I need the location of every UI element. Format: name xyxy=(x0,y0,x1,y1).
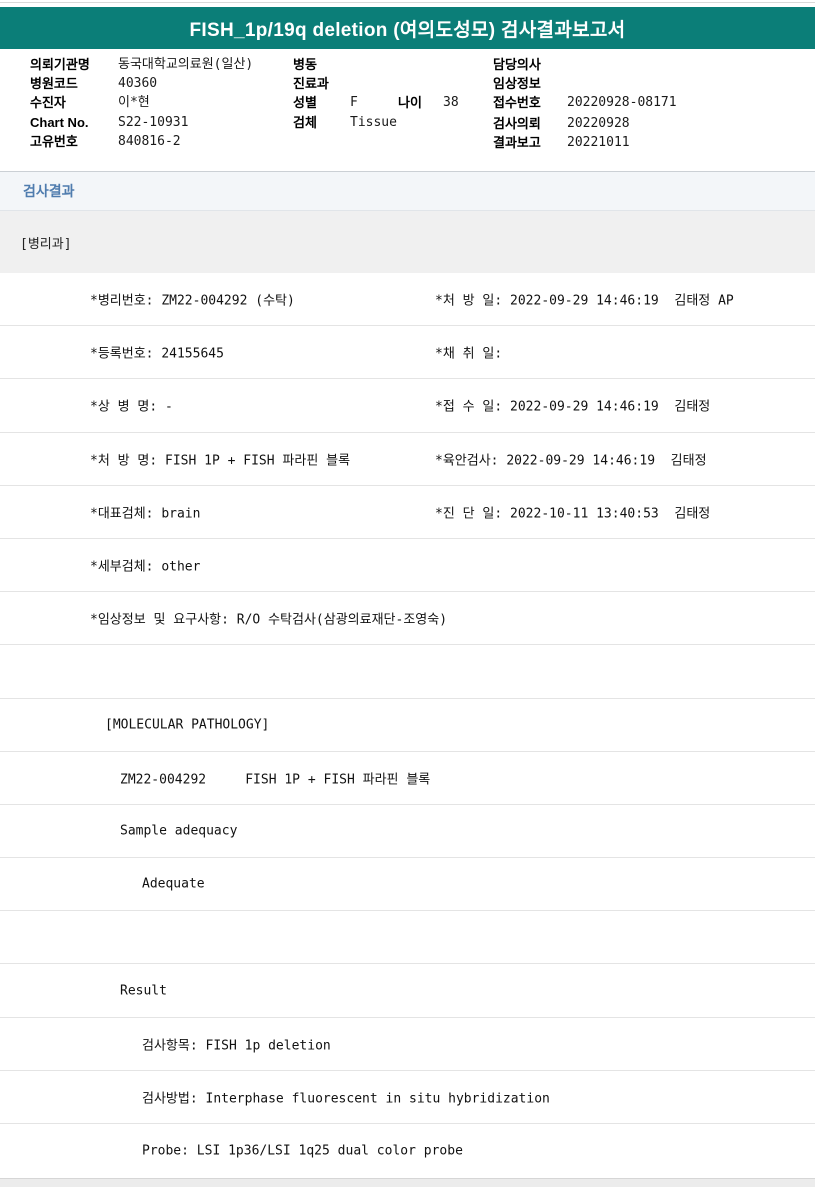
table-row-empty xyxy=(0,645,815,699)
label-receipt-no: 접수번호 xyxy=(493,95,541,110)
report-cell-left: *상 병 명: - xyxy=(90,399,173,415)
report-cell-left: *병리번호: ZM22-004292 (수탁) xyxy=(90,293,295,309)
label-ward: 병동 xyxy=(293,57,317,72)
table-row: *세부검체: other xyxy=(0,538,815,593)
report-cell-left: 검사방법: Interphase fluorescent in situ hyb… xyxy=(142,1091,550,1107)
report-cell-right: *채 취 일: xyxy=(435,346,503,362)
report-cell-left: [MOLECULAR PATHOLOGY] xyxy=(105,717,270,733)
table-row: Result xyxy=(0,964,815,1018)
report-page: FISH_1p/19q deletion (여의도성모) 검사결과보고서 의뢰기… xyxy=(0,0,815,1187)
table-row: *임상정보 및 요구사항: R/O 수탁검사(삼광의료재단-조영숙) xyxy=(0,592,815,646)
department-band: [병리과] xyxy=(0,211,815,273)
report-cell-left: *등록번호: 24155645 xyxy=(90,346,224,362)
section-header: 검사결과 xyxy=(0,171,815,211)
value-report-date: 20221011 xyxy=(567,135,630,150)
label-sex: 성별 xyxy=(293,95,317,110)
table-row: *병리번호: ZM22-004292 (수탁) *처 방 일: 2022-09-… xyxy=(0,273,815,327)
report-cell-left: Sample adequacy xyxy=(120,823,238,839)
report-cell-left: *임상정보 및 요구사항: R/O 수탁검사(삼광의료재단-조영숙) xyxy=(90,612,448,628)
table-row: 검사항목: FISH 1p deletion xyxy=(0,1017,815,1071)
report-cell-left: *대표검체: brain xyxy=(90,506,201,522)
table-row: *상 병 명: - *접 수 일: 2022-09-29 14:46:19 김태… xyxy=(0,379,815,433)
value-request-date: 20220928 xyxy=(567,116,630,131)
value-sex: F xyxy=(350,95,358,110)
report-cell-left: Adequate xyxy=(142,876,205,892)
value-hospital-name: 동국대학교의료원(일산) xyxy=(118,57,254,72)
table-row: 검사방법: Interphase fluorescent in situ hyb… xyxy=(0,1070,815,1124)
label-department: 진료과 xyxy=(293,76,329,91)
label-age: 나이 xyxy=(398,95,422,110)
section-title: 검사결과 xyxy=(23,183,75,199)
label-clinical-info: 임상정보 xyxy=(493,76,541,91)
table-row: ZM22-004292 FISH 1P + FISH 파라핀 블록 xyxy=(0,751,815,805)
table-row: *처 방 명: FISH 1P + FISH 파라핀 블록 *육안검사: 202… xyxy=(0,432,815,486)
label-unique-no: 고유번호 xyxy=(30,134,78,149)
label-hospital-code: 병원코드 xyxy=(30,76,78,91)
patient-info-header: 의뢰기관명 동국대학교의료원(일산) 병원코드 40360 수진자 이*현 Ch… xyxy=(0,0,815,171)
report-cell-right: *육안검사: 2022-09-29 14:46:19 김태정 xyxy=(435,453,707,469)
table-row: *대표검체: brain *진 단 일: 2022-10-11 13:40:53… xyxy=(0,485,815,539)
report-cell-left: Probe: LSI 1p36/LSI 1q25 dual color prob… xyxy=(142,1143,463,1159)
label-report-date: 결과보고 xyxy=(493,135,541,150)
report-cell-left: Result xyxy=(120,983,167,999)
value-chart-no: S22-10931 xyxy=(118,115,189,130)
table-row: Sample adequacy xyxy=(0,804,815,859)
label-specimen: 검체 xyxy=(293,115,317,130)
report-cell-left: 검사항목: FISH 1p deletion xyxy=(142,1038,331,1054)
label-chart-no: Chart No. xyxy=(30,115,89,130)
value-specimen: Tissue xyxy=(350,115,397,130)
table-row: [MOLECULAR PATHOLOGY] xyxy=(0,698,815,752)
table-row: Probe: LSI 1p36/LSI 1q25 dual color prob… xyxy=(0,1124,815,1178)
value-hospital-code: 40360 xyxy=(118,76,158,91)
table-row: Adequate xyxy=(0,858,815,912)
label-doctor: 담당의사 xyxy=(493,57,541,72)
table-row: *등록번호: 24155645 *채 취 일: xyxy=(0,326,815,380)
value-age: 38 xyxy=(443,95,459,110)
label-hospital-name: 의뢰기관명 xyxy=(30,57,90,72)
department-label: [병리과] xyxy=(20,236,72,252)
value-unique-no: 840816-2 xyxy=(118,134,181,149)
label-request-date: 검사의뢰 xyxy=(493,116,541,131)
bottom-divider xyxy=(0,1178,815,1187)
report-cell-left: ZM22-004292 FISH 1P + FISH 파라핀 블록 xyxy=(120,772,431,788)
value-patient-name: 이*현 xyxy=(118,95,150,110)
label-patient-name: 수진자 xyxy=(30,95,66,110)
report-cell-right: *진 단 일: 2022-10-11 13:40:53 김태정 xyxy=(435,506,711,522)
report-body: *병리번호: ZM22-004292 (수탁) *처 방 일: 2022-09-… xyxy=(0,273,815,1178)
report-cell-left: *처 방 명: FISH 1P + FISH 파라핀 블록 xyxy=(90,453,351,469)
value-receipt-no: 20220928-08171 xyxy=(567,95,677,110)
report-cell-right: *접 수 일: 2022-09-29 14:46:19 김태정 xyxy=(435,399,711,415)
report-cell-right: *처 방 일: 2022-09-29 14:46:19 김태정 AP xyxy=(435,293,734,309)
table-row-empty xyxy=(0,911,815,965)
report-cell-left: *세부검체: other xyxy=(90,559,201,575)
